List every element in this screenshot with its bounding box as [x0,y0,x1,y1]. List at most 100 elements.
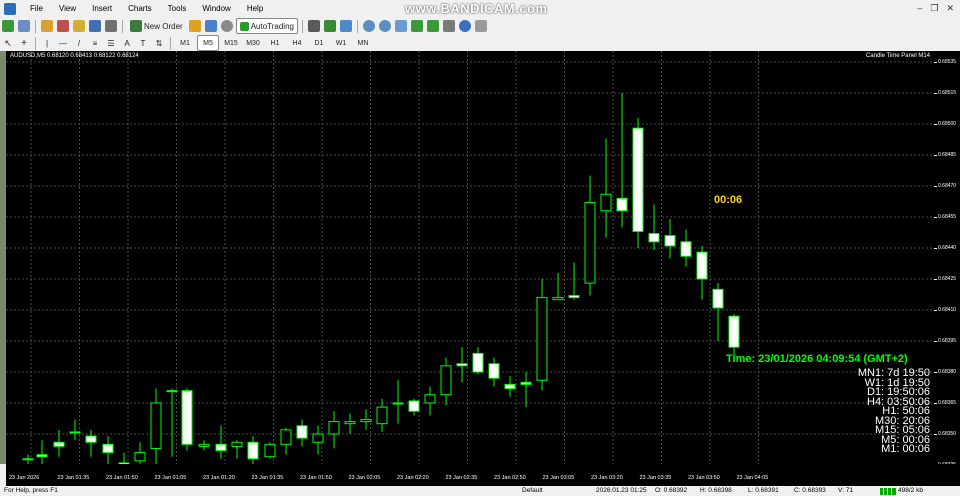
text-button[interactable]: A [120,36,134,50]
zoom-in-button[interactable] [362,19,376,33]
profiles-button[interactable] [17,19,31,33]
bull-candle [166,390,178,393]
price-label: 0.68470 [938,183,957,189]
time-label: 23 Jan 02:05 [348,475,381,481]
channel-button[interactable]: ≡ [88,36,102,50]
price-label: 0.68440 [938,245,957,251]
navigator-button[interactable] [72,19,86,33]
signals-button[interactable] [204,19,218,33]
vertical-line-button[interactable]: | [40,36,54,50]
market-watch-button[interactable] [40,19,54,33]
bar-chart-button[interactable] [307,19,321,33]
timeframe-w1[interactable]: W1 [331,36,351,50]
templates-button[interactable] [474,19,488,33]
chart-shift-button[interactable] [426,19,440,33]
tile-windows-button[interactable] [394,19,408,33]
fibonacci-button[interactable]: ☰ [104,36,118,50]
menu-view[interactable]: View [51,0,84,17]
candlestick-button[interactable] [323,19,337,33]
status-volume: V: 71 [838,487,853,494]
horizontal-line-icon: — [59,38,67,48]
status-close: C: 0.68393 [794,487,826,494]
time-label: 23 Jan 04:05 [736,475,769,481]
horizontal-line-button[interactable]: — [56,36,70,50]
new-chart-button[interactable] [1,19,15,33]
price-tick [934,93,937,94]
timeframe-mn[interactable]: MN [353,36,373,50]
server-time-text: Time: 23/01/2026 04:09:54 (GMT+2) [726,353,908,365]
metaeditor-button[interactable] [188,19,202,33]
price-label: 0.68425 [938,276,957,282]
menu-tools[interactable]: Tools [160,0,195,17]
menu-help[interactable]: Help [239,0,271,17]
timeframe-m5[interactable]: M5 [197,35,219,51]
label-icon: T [140,38,146,48]
close-icon[interactable]: ✕ [946,3,954,14]
bear-candle [36,454,48,458]
autotrading-button[interactable]: AutoTrading [235,18,298,34]
price-tick [934,279,937,280]
price-tick [934,248,937,249]
menu-insert[interactable]: Insert [84,0,120,17]
autoscroll-icon [410,20,423,32]
bear-candle [664,235,676,247]
candlestick-chart [6,51,934,464]
time-axis[interactable]: 23 Jan 2026 23 Jan 01:35 23 Jan 01:50 23 Ja… [6,464,934,486]
chart-window[interactable]: AUDUSD,M5 0.68120 0.68413 0.68122 0.6812… [6,51,934,464]
price-tick [934,434,937,435]
bull-candle [231,441,243,447]
chart-title: AUDUSD,M5 0.68120 0.68413 0.68122 0.6812… [10,53,139,59]
timeframe-h4[interactable]: H4 [287,36,307,50]
menu-file[interactable]: File [22,0,51,17]
time-label: 23 Jan 01:35 [57,475,90,481]
vertical-line-icon: | [45,38,49,48]
label-button[interactable]: T [136,36,150,50]
restore-icon[interactable]: ❐ [930,3,938,14]
indicators-button[interactable] [442,19,456,33]
time-label: 23 Jan 02:35 [445,475,478,481]
trendline-button[interactable]: / [72,36,86,50]
price-tick [934,186,937,187]
separator [170,36,171,50]
terminal-button[interactable] [88,19,102,33]
autoscroll-button[interactable] [410,19,424,33]
timeframe-m30[interactable]: M30 [243,36,263,50]
timeframe-m1[interactable]: M1 [175,36,195,50]
bull-candle [440,365,452,396]
cursor-button[interactable]: ↖ [1,36,15,50]
timeframe-d1[interactable]: D1 [309,36,329,50]
time-label: 23 Jan 03:05 [542,475,575,481]
arrows-button[interactable]: ⇅ [152,36,166,50]
bear-candle [53,441,65,447]
clock-icon [458,20,471,32]
bear-candle [85,435,97,443]
arrows-icon: ⇅ [155,38,163,48]
minimize-icon[interactable]: – [917,3,922,14]
market-button[interactable] [220,19,234,33]
time-label: 23 Jan 02:50 [494,475,526,481]
new-order-button[interactable]: New Order [127,19,186,33]
crosshair-button[interactable]: + [17,36,31,50]
bull-candle [328,421,340,435]
separator [35,36,36,50]
data-window-button[interactable] [56,19,70,33]
bear-candle [181,390,193,445]
zoom-out-button[interactable] [378,19,392,33]
menu-charts[interactable]: Charts [120,0,160,17]
line-chart-button[interactable] [339,19,353,33]
bear-candle [616,197,628,212]
periods-button[interactable] [458,19,472,33]
price-axis[interactable]: 0.68535 0.68515 0.68500 0.68485 0.68470 0.684… [934,51,960,464]
market-watch-icon [41,20,53,32]
market-icon [220,20,233,32]
timeframe-h1[interactable]: H1 [265,36,285,50]
timeframe-m15[interactable]: M15 [221,36,241,50]
menu-window[interactable]: Window [194,0,238,17]
bear-candle [102,443,114,454]
axis-corner [934,464,960,486]
separator [122,19,123,33]
time-label: 23 Jan 01:35 [251,475,284,481]
bull-candle [392,402,404,405]
status-profile[interactable]: Default [522,487,543,494]
tester-button[interactable] [104,19,118,33]
